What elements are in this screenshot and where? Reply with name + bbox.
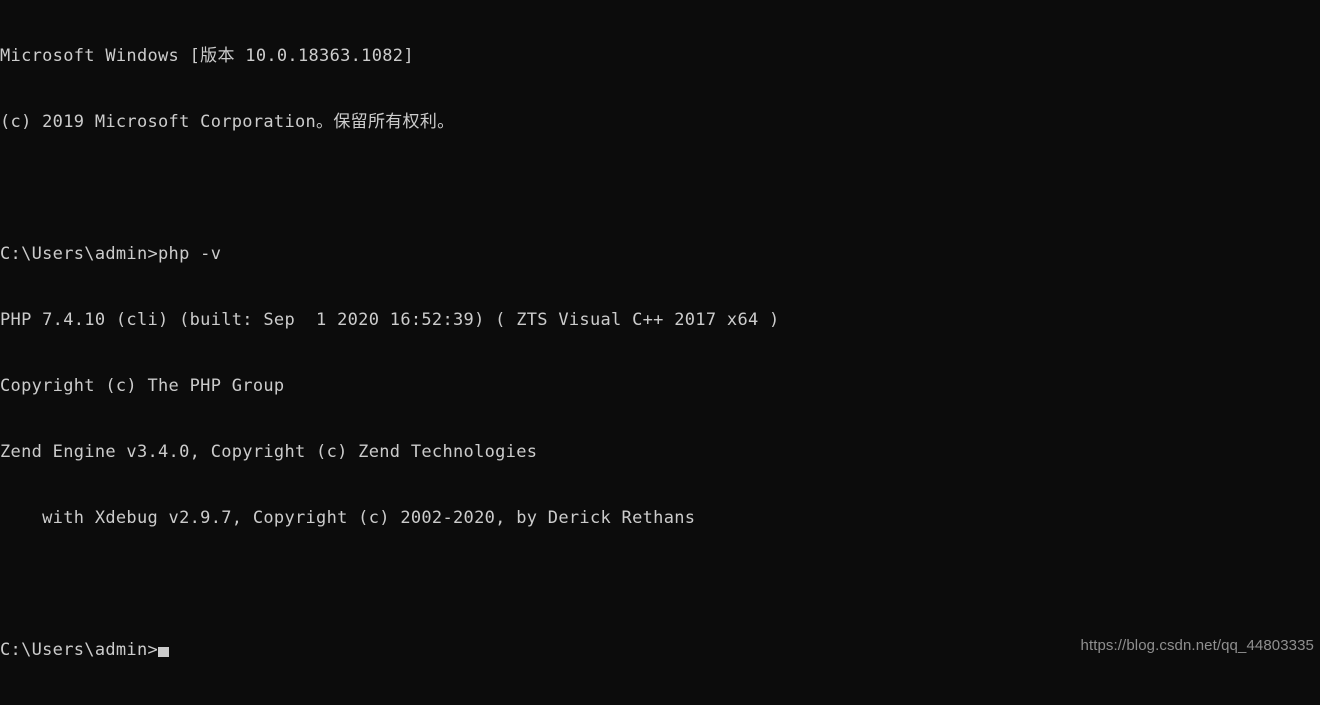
console-output-area: Microsoft Windows [版本 10.0.18363.1082] (… [0, 1, 780, 705]
console-line-os-version: Microsoft Windows [版本 10.0.18363.1082] [0, 46, 414, 66]
console-line-php-group-copyright: Copyright (c) The PHP Group [0, 376, 285, 396]
console-line-command-php-v: C:\Users\admin>php -v [0, 244, 222, 264]
console-window[interactable]: Microsoft Windows [版本 10.0.18363.1082] (… [0, 0, 1320, 660]
text-cursor [158, 647, 170, 657]
console-line-zend-engine: Zend Engine v3.4.0, Copyright (c) Zend T… [0, 442, 538, 462]
prompt-label: C:\Users\admin> [0, 640, 159, 660]
command-prompt-line[interactable]: C:\Users\admin> [0, 639, 780, 661]
console-line-php-version: PHP 7.4.10 (cli) (built: Sep 1 2020 16:5… [0, 310, 780, 330]
console-line-blank-2 [0, 573, 780, 595]
console-line-xdebug: with Xdebug v2.9.7, Copyright (c) 2002-2… [0, 508, 696, 528]
console-line-copyright: (c) 2019 Microsoft Corporation。保留所有权利。 [0, 112, 455, 132]
console-line-blank-1 [0, 177, 780, 199]
watermark-url: https://blog.csdn.net/qq_44803335 [1080, 637, 1314, 654]
